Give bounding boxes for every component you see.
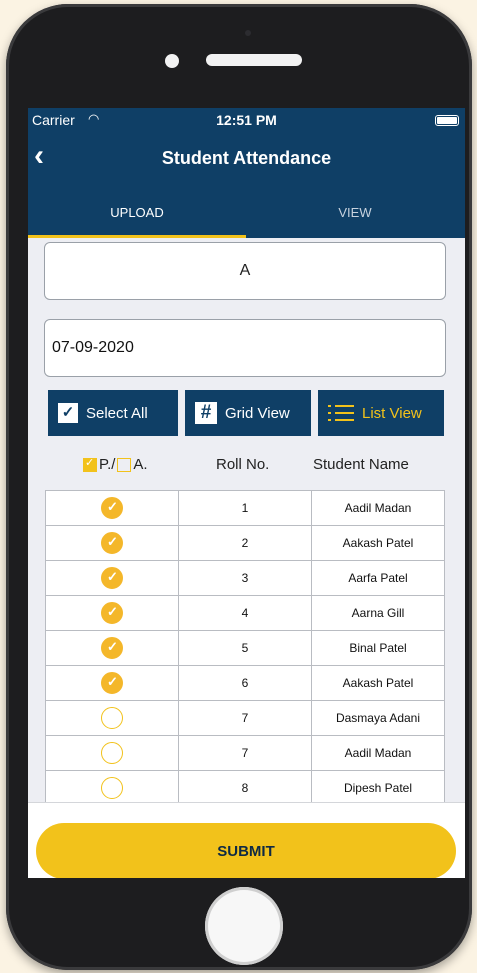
camera-dot (245, 30, 251, 36)
present-check-icon[interactable] (101, 567, 123, 589)
absent-header-label: A. (133, 456, 148, 473)
attendance-cell[interactable] (45, 665, 179, 701)
roll-no-cell: 3 (178, 560, 312, 596)
table-row: 1Aadil Madan (45, 490, 445, 526)
section-select[interactable]: A (44, 242, 446, 300)
tab-view[interactable]: VIEW (246, 205, 464, 220)
select-all-label: Select All (86, 404, 148, 422)
attendance-cell[interactable] (45, 700, 179, 736)
student-name-cell: Dipesh Patel (311, 770, 445, 806)
roll-no-cell: 1 (178, 490, 312, 526)
present-header-label: P./ (99, 456, 116, 473)
present-check-icon[interactable] (101, 672, 123, 694)
present-absent-header: P./ A. (83, 456, 148, 473)
student-name-cell: Aarfa Patel (311, 560, 445, 596)
checkbox-icon: ✓ (58, 403, 78, 423)
select-all-button[interactable]: ✓ Select All (48, 390, 178, 436)
table-row: 8 Dipesh Patel (45, 770, 445, 806)
table-row: 4Aarna Gill (45, 595, 445, 631)
status-time: 12:51 PM (216, 112, 277, 128)
table-row: 7 Dasmaya Adani (45, 700, 445, 736)
student-name-cell: Aakash Patel (311, 525, 445, 561)
roll-no-cell: 7 (178, 700, 312, 736)
absent-circle-icon[interactable] (101, 707, 123, 729)
attendance-cell[interactable] (45, 630, 179, 666)
roll-no-header: Roll No. (216, 456, 270, 473)
student-name-cell: Aadil Madan (311, 490, 445, 526)
absent-circle-icon[interactable] (101, 742, 123, 764)
student-name-cell: Binal Patel (311, 630, 445, 666)
absent-legend-icon (117, 457, 132, 472)
present-check-icon[interactable] (101, 602, 123, 624)
grid-view-button[interactable]: # Grid View (185, 390, 311, 436)
submit-button[interactable]: SUBMIT (36, 823, 456, 878)
roll-no-cell: 7 (178, 735, 312, 771)
tab-upload[interactable]: UPLOAD (28, 205, 246, 220)
attendance-cell[interactable] (45, 770, 179, 806)
top-bar: Carrier ◠ 12:51 PM ‹ Student Attendance … (28, 108, 465, 238)
active-tab-indicator (28, 235, 246, 238)
app-screen: Carrier ◠ 12:51 PM ‹ Student Attendance … (28, 108, 465, 878)
present-check-icon[interactable] (101, 532, 123, 554)
front-sensor (165, 54, 179, 68)
table-row: 7 Aadil Madan (45, 735, 445, 771)
table-row: 3Aarfa Patel (45, 560, 445, 596)
status-bar: Carrier ◠ 12:51 PM (28, 108, 465, 132)
home-button[interactable] (205, 887, 283, 965)
student-name-cell: Dasmaya Adani (311, 700, 445, 736)
page-title: Student Attendance (161, 148, 332, 168)
table-row: 5Binal Patel (45, 630, 445, 666)
attendance-cell[interactable] (45, 735, 179, 771)
grid-icon: # (195, 402, 217, 424)
roll-no-cell: 8 (178, 770, 312, 806)
present-check-icon[interactable] (101, 497, 123, 519)
roll-no-cell: 4 (178, 595, 312, 631)
list-view-label: List View (362, 404, 422, 422)
student-name-cell: Aadil Madan (311, 735, 445, 771)
earpiece-speaker (206, 54, 302, 66)
roll-no-cell: 5 (178, 630, 312, 666)
date-field[interactable]: 07-09-2020 (44, 319, 446, 377)
student-name-cell: Aarna Gill (311, 595, 445, 631)
attendance-cell[interactable] (45, 525, 179, 561)
roll-no-cell: 6 (178, 665, 312, 701)
attendance-cell[interactable] (45, 490, 179, 526)
battery-icon (435, 115, 459, 126)
roll-no-cell: 2 (178, 525, 312, 561)
attendance-cell[interactable] (45, 560, 179, 596)
present-legend-icon (83, 456, 97, 472)
attendance-table: 1Aadil Madan2Aakash Patel3Aarfa Patel4Aa… (45, 490, 445, 806)
footer-bar: SUBMIT (28, 802, 465, 878)
absent-circle-icon[interactable] (101, 777, 123, 799)
table-row: 2Aakash Patel (45, 525, 445, 561)
list-icon (328, 402, 354, 424)
student-name-header: Student Name (313, 456, 409, 473)
attendance-cell[interactable] (45, 595, 179, 631)
table-row: 6Aakash Patel (45, 665, 445, 701)
grid-view-label: Grid View (225, 404, 290, 422)
student-name-cell: Aakash Patel (311, 665, 445, 701)
present-check-icon[interactable] (101, 637, 123, 659)
list-view-button[interactable]: List View (318, 390, 444, 436)
